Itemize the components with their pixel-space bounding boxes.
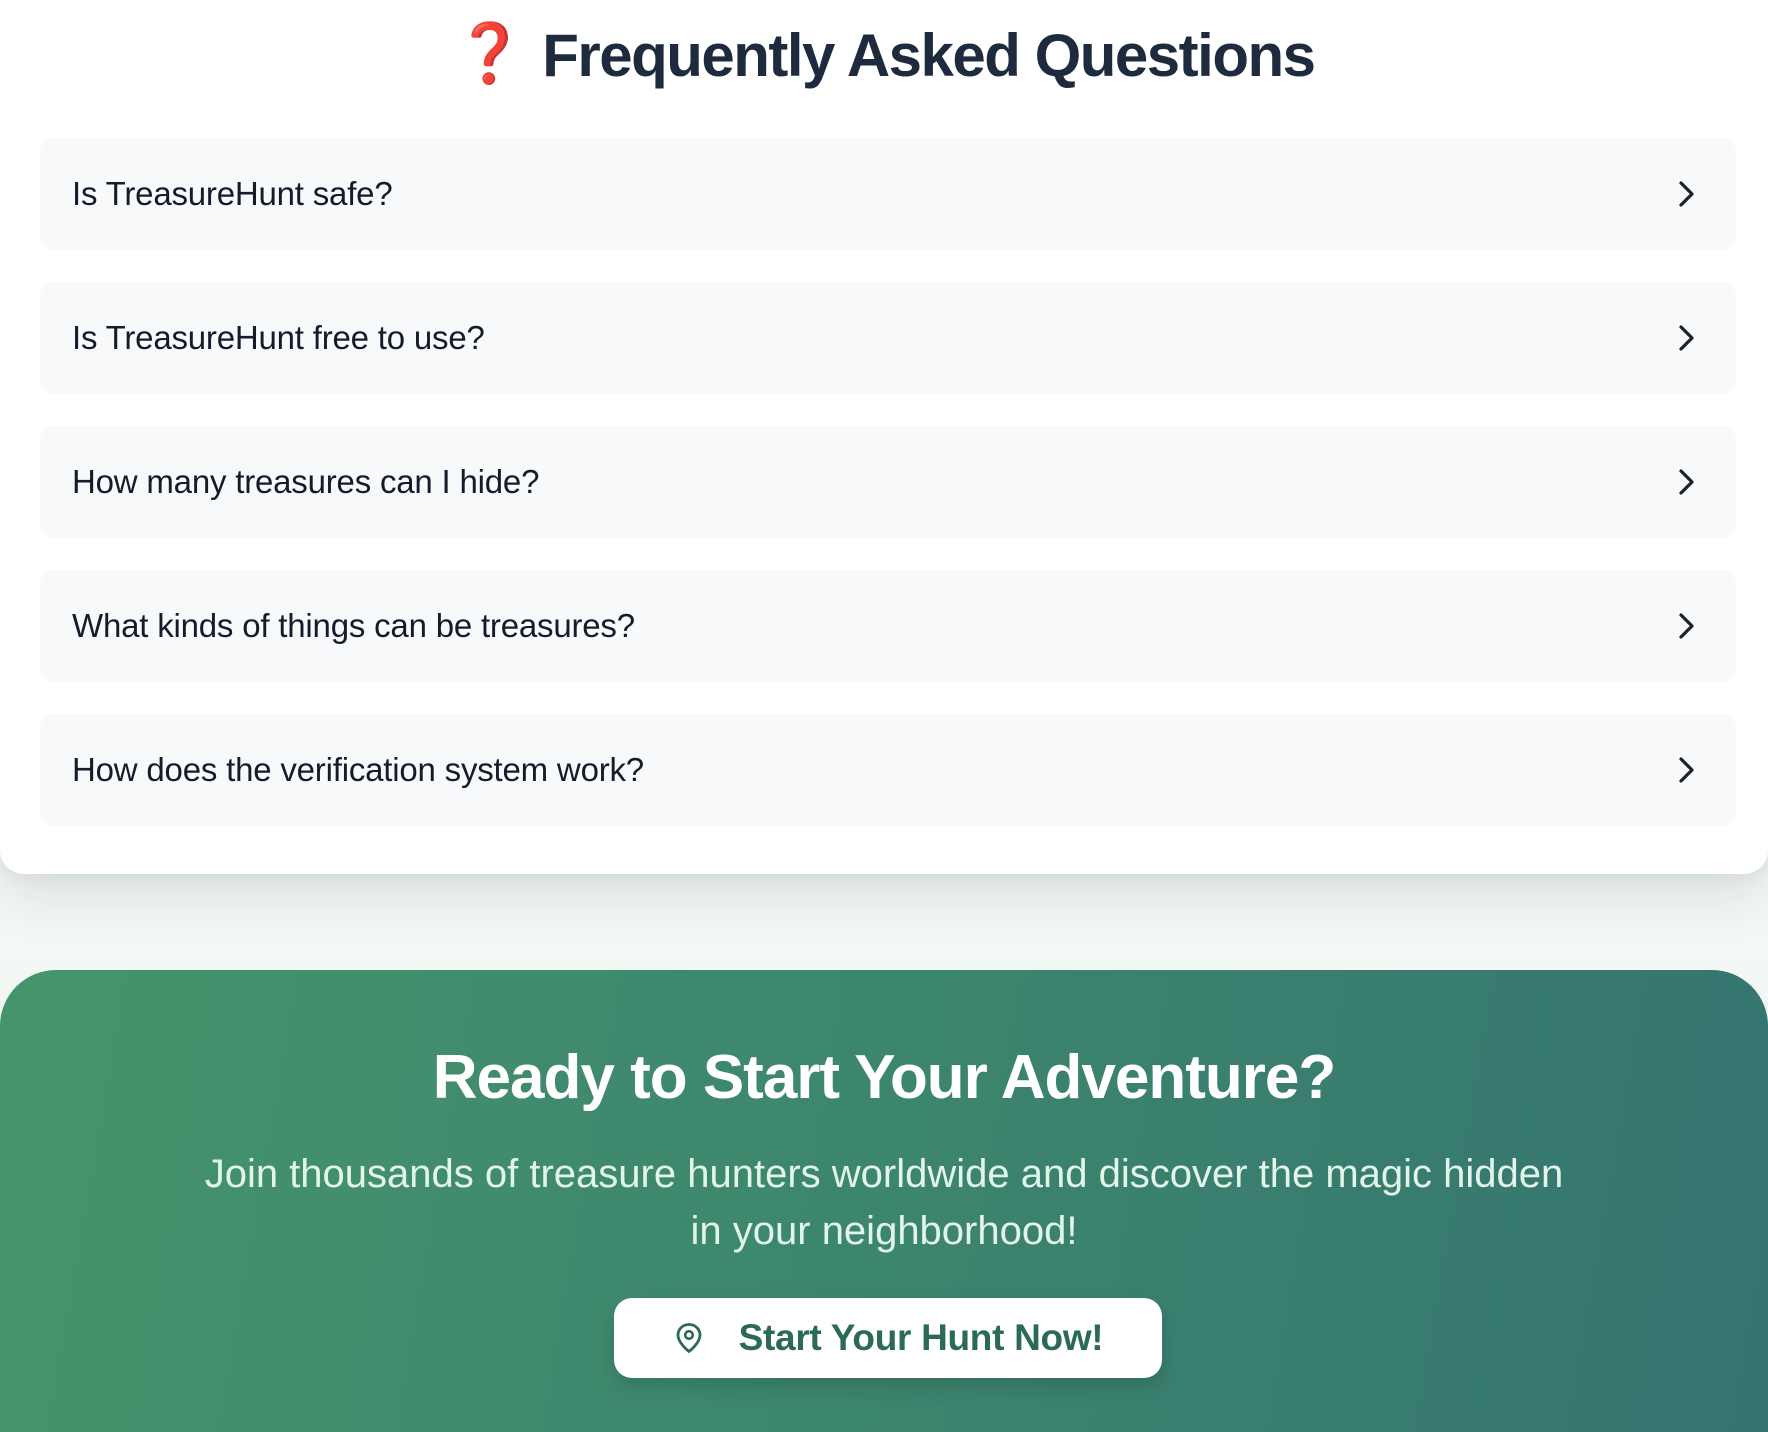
faq-question: Is TreasureHunt safe? xyxy=(72,175,393,212)
question-mark-icon: ❓ xyxy=(453,21,525,86)
faq-question: How many treasures can I hide? xyxy=(72,463,540,500)
faq-title: ❓ Frequently Asked Questions xyxy=(0,18,1768,95)
faq-item-verification[interactable]: How does the verification system work? xyxy=(40,714,1736,826)
cta-section: Ready to Start Your Adventure? Join thou… xyxy=(0,970,1768,1432)
faq-question: Is TreasureHunt free to use? xyxy=(72,319,485,356)
faq-title-text: Frequently Asked Questions xyxy=(542,22,1316,89)
cta-subtitle: Join thousands of treasure hunters world… xyxy=(204,1152,1564,1253)
faq-item-kinds[interactable]: What kinds of things can be treasures? xyxy=(40,570,1736,682)
start-hunt-button[interactable]: Start Your Hunt Now! xyxy=(614,1298,1162,1378)
faq-section: ❓ Frequently Asked Questions Is TreasureH… xyxy=(0,0,1768,874)
chevron-right-icon xyxy=(1674,755,1700,785)
faq-question: How does the verification system work? xyxy=(72,751,644,788)
chevron-right-icon xyxy=(1674,611,1700,641)
chevron-right-icon xyxy=(1674,179,1700,209)
chevron-right-icon xyxy=(1674,467,1700,497)
chevron-right-icon xyxy=(1674,323,1700,353)
faq-question: What kinds of things can be treasures? xyxy=(72,607,635,644)
faq-item-safe[interactable]: Is TreasureHunt safe? xyxy=(40,138,1736,250)
faq-item-how-many[interactable]: How many treasures can I hide? xyxy=(40,426,1736,538)
map-pin-icon xyxy=(673,1321,705,1355)
faq-item-free[interactable]: Is TreasureHunt free to use? xyxy=(40,282,1736,394)
cta-title: Ready to Start Your Adventure? xyxy=(432,1043,1336,1112)
start-hunt-button-label: Start Your Hunt Now! xyxy=(738,1317,1104,1358)
